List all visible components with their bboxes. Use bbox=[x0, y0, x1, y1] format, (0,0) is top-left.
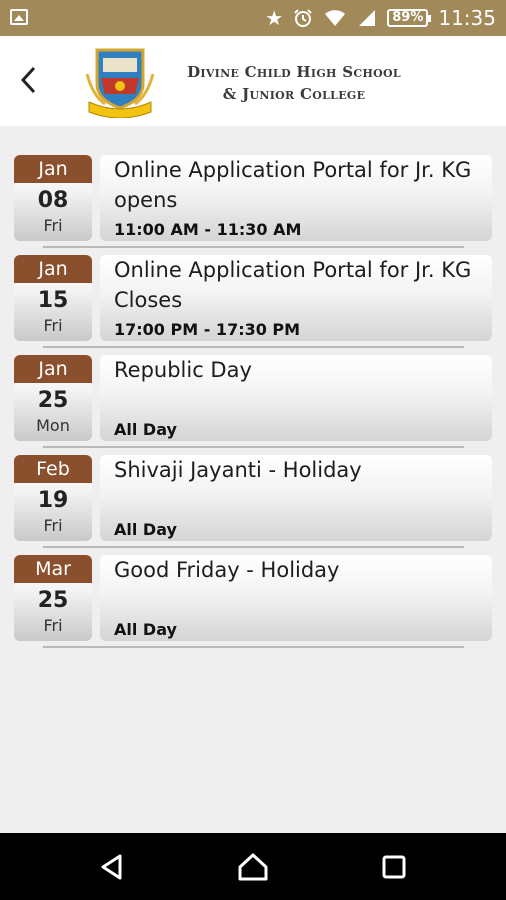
date-badge: Jan 15 Fri bbox=[14, 255, 92, 341]
battery-icon: 89% bbox=[387, 9, 432, 27]
wifi-icon bbox=[323, 8, 347, 28]
event-card: Online Application Portal for Jr. KG Clo… bbox=[100, 255, 492, 341]
divider bbox=[43, 446, 464, 448]
school-name: Divine Child High School & Junior Colleg… bbox=[168, 61, 420, 105]
event-item[interactable]: Jan 08 Fri Online Application Portal for… bbox=[14, 155, 492, 241]
event-card: Good Friday - Holiday All Day bbox=[100, 555, 492, 641]
event-time: All Day bbox=[114, 420, 177, 439]
event-card: Shivaji Jayanti - Holiday All Day bbox=[100, 455, 492, 541]
event-day: 19 bbox=[37, 488, 69, 513]
event-weekday: Mon bbox=[36, 416, 70, 435]
event-time: 17:00 PM - 17:30 PM bbox=[114, 320, 301, 339]
divider bbox=[43, 546, 464, 548]
event-time: 11:00 AM - 11:30 AM bbox=[114, 220, 302, 239]
event-item[interactable]: Mar 25 Fri Good Friday - Holiday All Day bbox=[14, 555, 492, 641]
event-weekday: Fri bbox=[43, 616, 63, 635]
event-weekday: Fri bbox=[43, 216, 63, 235]
event-weekday: Fri bbox=[43, 516, 63, 535]
date-badge: Jan 08 Fri bbox=[14, 155, 92, 241]
event-title: Online Application Portal for Jr. KG ope… bbox=[114, 158, 472, 212]
event-month: Mar bbox=[14, 555, 92, 583]
date-badge: Jan 25 Mon bbox=[14, 355, 92, 441]
school-name-line1: Divine Child High School bbox=[187, 63, 401, 81]
event-time: All Day bbox=[114, 620, 177, 639]
event-month: Jan bbox=[14, 355, 92, 383]
recents-icon[interactable] bbox=[378, 851, 410, 883]
alarm-icon bbox=[293, 8, 313, 28]
event-month: Jan bbox=[14, 155, 92, 183]
divider bbox=[43, 246, 464, 248]
divider bbox=[43, 346, 464, 348]
event-month: Jan bbox=[14, 255, 92, 283]
app-header: Divine Child High School & Junior Colleg… bbox=[0, 36, 506, 126]
event-item[interactable]: Feb 19 Fri Shivaji Jayanti - Holiday All… bbox=[14, 455, 492, 541]
event-title: Good Friday - Holiday bbox=[114, 558, 340, 582]
event-card: Republic Day All Day bbox=[100, 355, 492, 441]
event-time: All Day bbox=[114, 520, 177, 539]
event-day: 15 bbox=[37, 288, 69, 313]
event-title: Shivaji Jayanti - Holiday bbox=[114, 458, 362, 482]
event-weekday: Fri bbox=[43, 316, 63, 335]
event-title: Republic Day bbox=[114, 358, 252, 382]
status-bar: ★ 89% 11:35 bbox=[0, 0, 506, 36]
signal-icon bbox=[357, 8, 377, 28]
date-badge: Mar 25 Fri bbox=[14, 555, 92, 641]
back-arrow-icon[interactable] bbox=[14, 64, 46, 96]
event-day: 25 bbox=[37, 588, 69, 613]
divider bbox=[43, 646, 464, 648]
event-day: 08 bbox=[37, 188, 69, 213]
image-icon bbox=[10, 9, 28, 25]
home-icon[interactable] bbox=[237, 851, 269, 883]
school-crest-logo bbox=[83, 44, 157, 119]
event-card: Online Application Portal for Jr. KG ope… bbox=[100, 155, 492, 241]
date-badge: Feb 19 Fri bbox=[14, 455, 92, 541]
back-triangle-icon[interactable] bbox=[96, 851, 128, 883]
school-name-line2: & Junior College bbox=[222, 85, 366, 103]
star-icon: ★ bbox=[265, 6, 284, 30]
event-item[interactable]: Jan 25 Mon Republic Day All Day bbox=[14, 355, 492, 441]
system-nav-bar bbox=[0, 833, 506, 900]
event-day: 25 bbox=[37, 388, 69, 413]
event-title: Online Application Portal for Jr. KG Clo… bbox=[114, 258, 472, 312]
clock: 11:35 bbox=[438, 6, 496, 30]
event-month: Feb bbox=[14, 455, 92, 483]
event-item[interactable]: Jan 15 Fri Online Application Portal for… bbox=[14, 255, 492, 341]
